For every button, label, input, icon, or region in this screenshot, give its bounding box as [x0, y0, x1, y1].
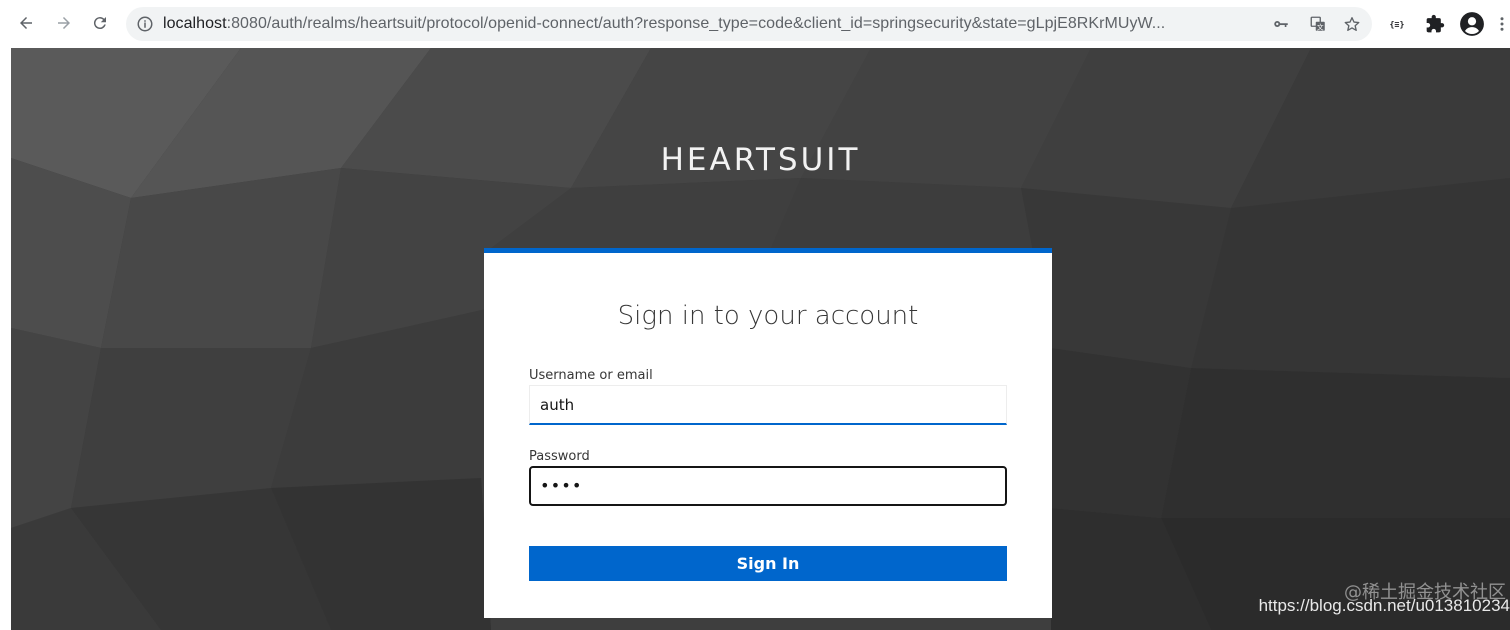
- password-input[interactable]: ••••: [529, 466, 1007, 506]
- more-icon[interactable]: [1496, 13, 1508, 35]
- url-text[interactable]: localhost:8080/auth/realms/heartsuit/pro…: [163, 7, 1165, 41]
- puzzle-icon[interactable]: [1424, 13, 1446, 35]
- key-icon[interactable]: [1272, 15, 1290, 33]
- star-icon[interactable]: [1343, 15, 1361, 33]
- browser-toolbar: localhost:8080/auth/realms/heartsuit/pro…: [0, 0, 1510, 48]
- password-value: ••••: [540, 476, 583, 495]
- username-input[interactable]: auth: [529, 385, 1007, 425]
- watermark-url: https://blog.csdn.net/u013810234: [1258, 596, 1510, 615]
- sign-in-button[interactable]: Sign In: [529, 546, 1007, 581]
- username-label: Username or email: [529, 368, 653, 383]
- password-label: Password: [529, 449, 590, 464]
- svg-text:文: 文: [1317, 22, 1324, 31]
- login-card: Sign in to your account Username or emai…: [484, 248, 1052, 618]
- back-icon[interactable]: [14, 11, 38, 35]
- page-title: Sign in to your account: [617, 301, 919, 331]
- reload-icon[interactable]: [88, 11, 112, 35]
- info-icon[interactable]: [136, 15, 154, 33]
- translate-icon[interactable]: 文: [1309, 15, 1327, 33]
- page-viewport: HEARTSUIT Sign in to your account Userna…: [11, 48, 1510, 630]
- address-bar[interactable]: localhost:8080/auth/realms/heartsuit/pro…: [126, 7, 1372, 41]
- forward-icon[interactable]: [52, 11, 76, 35]
- profile-icon[interactable]: [1459, 11, 1485, 37]
- username-value: auth: [540, 396, 575, 414]
- realm-brand: HEARTSUIT: [660, 142, 861, 178]
- svg-text:{≡}: {≡}: [1390, 19, 1405, 29]
- extension-json-icon[interactable]: {≡}: [1386, 13, 1408, 35]
